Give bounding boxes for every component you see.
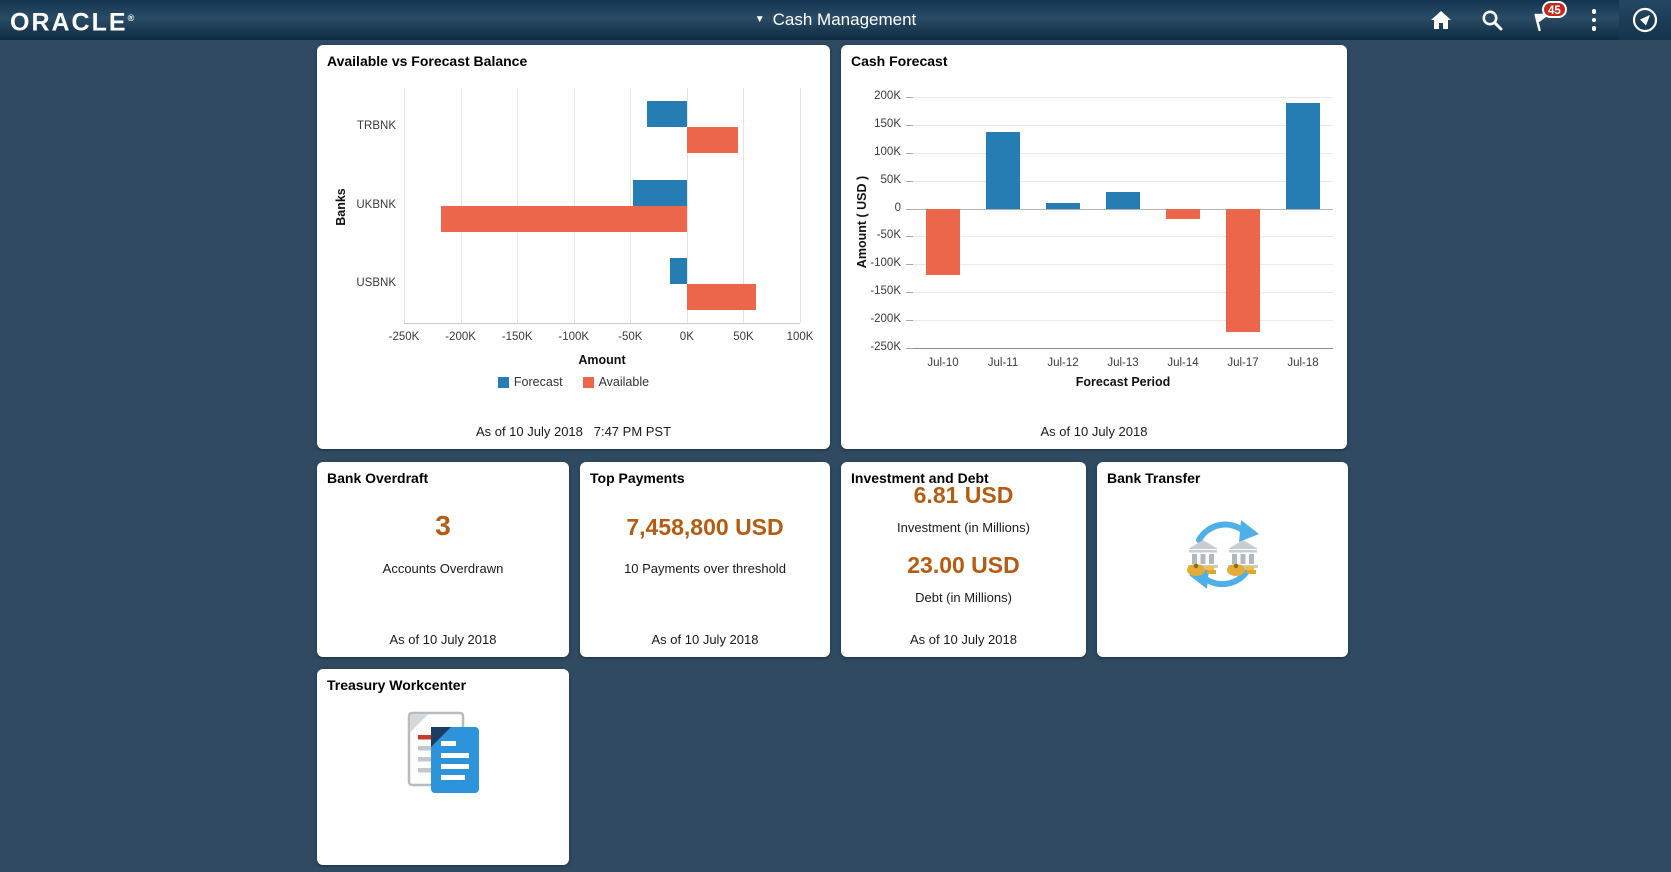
- investment-value: 6.81 USD: [913, 482, 1014, 508]
- actions-menu-button[interactable]: [1581, 7, 1607, 33]
- navbar-button[interactable]: [1619, 0, 1671, 40]
- legend-item: Forecast: [497, 375, 563, 389]
- search-icon: [1482, 10, 1503, 31]
- page-title-dropdown[interactable]: ▼ Cash Management: [755, 10, 917, 30]
- tile-title: Available vs Forecast Balance: [327, 53, 528, 69]
- notifications-button[interactable]: 45: [1530, 1, 1567, 33]
- overdraft-count-label: Accounts Overdrawn: [382, 561, 504, 576]
- home-button[interactable]: [1428, 7, 1454, 33]
- search-button[interactable]: [1479, 7, 1505, 33]
- tile-investment-and-debt[interactable]: Investment and Debt 6.81 USD Investment …: [841, 462, 1086, 657]
- top-payments-label: 10 Payments over threshold: [624, 561, 786, 576]
- tile-title: Cash Forecast: [851, 53, 948, 69]
- overdraft-count-value: 3: [435, 510, 451, 541]
- top-payments-value: 7,458,800 USD: [626, 514, 784, 540]
- tile-bank-transfer[interactable]: Bank Transfer: [1097, 462, 1348, 657]
- oracle-logo: ORACLE®: [10, 8, 135, 37]
- bank-transfer-icon: [1186, 520, 1259, 589]
- tile-title: Bank Transfer: [1107, 470, 1201, 486]
- debt-label: Debt (in Millions): [915, 590, 1012, 605]
- tile-top-payments[interactable]: Top Payments 7,458,800 USD 10 Payments o…: [580, 462, 830, 657]
- kebab-menu-icon: [1591, 9, 1597, 31]
- chart-legend: Forecast Available: [317, 375, 830, 389]
- tile-available-vs-forecast-balance[interactable]: Available vs Forecast Balance Banks -250…: [317, 45, 830, 449]
- navbar-compass-icon: [1632, 7, 1658, 33]
- registered-mark: ®: [127, 12, 135, 23]
- tile-title: Treasury Workcenter: [327, 677, 467, 693]
- global-header: ORACLE® ▼ Cash Management 45: [0, 0, 1671, 40]
- page-title: Cash Management: [772, 10, 917, 29]
- tile-treasury-workcenter[interactable]: Treasury Workcenter: [317, 669, 569, 865]
- legend-item: Available: [582, 375, 649, 389]
- tile-cash-forecast[interactable]: Cash Forecast Amount ( USD ) 200K 150K 100…: [841, 45, 1347, 449]
- investment-label: Investment (in Millions): [897, 520, 1030, 535]
- tile-title: Top Payments: [590, 470, 685, 486]
- debt-value: 23.00 USD: [907, 552, 1020, 578]
- tile-title: Bank Overdraft: [327, 470, 429, 486]
- tile-bank-overdraft[interactable]: Bank Overdraft 3 Accounts Overdrawn As o…: [317, 462, 569, 657]
- available-forecast-plot: -250K -200K -150K -100K -50K 0K 50K 100K TRBNK UK…: [356, 88, 813, 343]
- as-of-timestamp: As of 10 July 2018: [651, 632, 759, 647]
- cash-forecast-plot: 200K 150K 100K 50K 0 -50K -100K -150K -200K -250K…: [870, 90, 1333, 369]
- as-of-timestamp: As of 10 July 2018 7:47 PM PST: [475, 424, 672, 439]
- x-axis-title: Forecast Period: [1075, 375, 1171, 389]
- as-of-timestamp: As of 10 July 2018: [389, 632, 497, 647]
- chevron-down-icon: ▼: [754, 14, 765, 25]
- x-axis-title: Amount: [578, 353, 626, 367]
- as-of-timestamp: As of 10 July 2018: [910, 632, 1017, 647]
- notification-count-badge: 45: [1542, 1, 1567, 18]
- home-icon: [1431, 11, 1451, 29]
- treasury-workcenter-icon: [407, 711, 479, 793]
- as-of-timestamp: As of 10 July 2018: [1040, 424, 1148, 439]
